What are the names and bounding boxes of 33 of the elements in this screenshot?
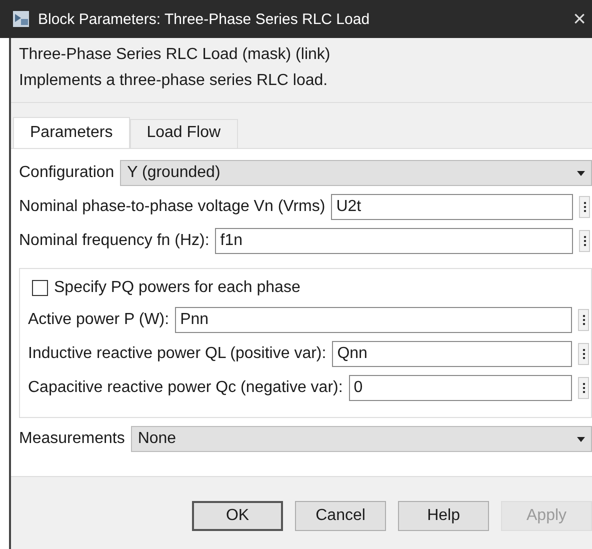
field-label: Capacitive reactive power Qc (negative var): [28,379,343,397]
window-title: Block Parameters: Three-Phase Series RLC Load [38,10,371,28]
dialog-button[interactable]: OK [192,501,284,531]
block-icon [12,10,30,28]
field-label: Active power P (W): [28,311,170,329]
input-field[interactable]: U2t [331,194,573,220]
dropdown[interactable]: Y (grounded) [120,160,592,186]
caret-icon [577,436,585,442]
mask-title: Three-Phase Series RLC Load (mask) (link) [18,45,332,65]
more-options-button[interactable] [579,230,590,252]
input-field[interactable]: Pnn [175,307,572,333]
more-options-button[interactable] [579,196,590,218]
more-options-button[interactable] [578,377,589,399]
dialog-button[interactable]: Cancel [295,501,386,531]
field-label: Measurements [19,430,125,448]
description: Implements a three-phase series RLC load. [18,71,329,91]
field-label: Nominal phase-to-phase voltage Vn (Vrms) [19,198,326,216]
input-field[interactable]: f1n [215,228,573,254]
caret-icon [577,170,585,176]
field-label: Inductive reactive power QL (positive var): [28,345,326,363]
field-label: Configuration [19,164,114,182]
checkbox[interactable] [32,280,48,296]
close-button[interactable]: × [573,6,586,32]
input-field[interactable]: Qnn [332,341,572,367]
field-label: Nominal frequency fn (Hz): [19,232,210,250]
dialog-button[interactable]: Help [398,501,490,531]
checkbox-label: Specify PQ powers for each phase [54,279,300,297]
more-options-button[interactable] [578,309,589,331]
tab[interactable]: Load Flow [130,119,238,148]
more-options-button[interactable] [578,343,589,365]
input-field[interactable]: 0 [348,375,572,401]
tab[interactable]: Parameters [13,117,130,148]
dropdown[interactable]: None [130,426,592,452]
